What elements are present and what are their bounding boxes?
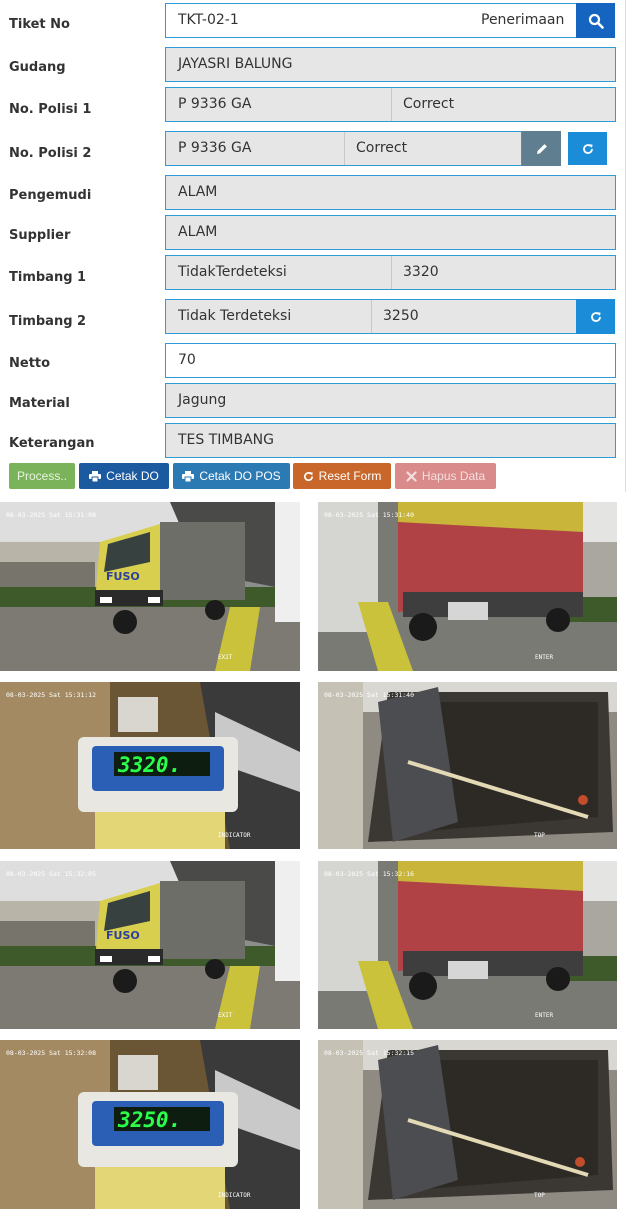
refresh-plate-button[interactable] (568, 132, 607, 165)
refresh-icon (303, 471, 313, 481)
pengemudi-label: Pengemudi (9, 188, 92, 203)
camera-timestamp: 08-03-2025 Sat 15:31:08 (6, 511, 97, 519)
keterangan-label: Keterangan (9, 436, 95, 451)
camera-label: TOP (534, 1192, 545, 1199)
camera-top-2[interactable]: 08-03-2025 Sat 15:32:15 TOP (318, 1040, 617, 1209)
supplier-label: Supplier (9, 228, 71, 243)
camera-timestamp: 08-03-2025 Sat 15:31:40 (324, 691, 415, 699)
tiket-type: Penerimaan (481, 12, 565, 28)
camera-exit-1[interactable]: FUSO 08-03-2025 Sat 15:31:08 EXIT (0, 502, 300, 671)
polisi2-field[interactable]: P 9336 GA Correct (165, 131, 522, 166)
timbang2-value: 3250 (383, 308, 419, 324)
search-button[interactable] (576, 3, 615, 38)
timbang1-status: TidakTerdeteksi (178, 264, 287, 280)
gudang-label: Gudang (9, 60, 66, 75)
material-label: Material (9, 396, 70, 411)
printer-icon (89, 470, 102, 482)
camera-timestamp: 08-03-2025 Sat 15:32:15 (324, 1049, 415, 1057)
tiket-field[interactable]: TKT-02-1 Penerimaan (165, 3, 577, 38)
camera-label: INDICATOR (218, 1192, 251, 1199)
tiket-label: Tiket No (9, 17, 70, 32)
polisi1-status: Correct (403, 96, 455, 112)
hapus-data-button[interactable]: Hapus Data (395, 463, 496, 489)
material-field[interactable]: Jagung (165, 383, 616, 418)
cetak-do-label: Cetak DO (106, 469, 159, 483)
camera-enter-1[interactable]: 08-03-2025 Sat 15:31:40 ENTER (318, 502, 617, 671)
camera-label: ENTER (535, 1012, 554, 1019)
timbang2-label: Timbang 2 (9, 314, 87, 329)
reset-form-label: Reset Form (318, 469, 382, 483)
keterangan-value: TES TIMBANG (178, 432, 274, 448)
timbang1-field[interactable]: TidakTerdeteksi 3320 (165, 255, 616, 290)
cetak-do-pos-label: Cetak DO POS (199, 469, 281, 483)
search-icon (588, 13, 604, 29)
camera-label: INDICATOR (218, 832, 251, 839)
camera-label: ENTER (535, 654, 554, 661)
indicator-display: 3320. (117, 753, 181, 777)
camera-indicator-1[interactable]: 3320. 08-03-2025 Sat 15:31:12 INDICATOR (0, 682, 300, 849)
edit-plate-button[interactable] (522, 131, 561, 166)
polisi1-value: P 9336 GA (178, 96, 252, 112)
polisi1-divider (391, 88, 392, 121)
camera-label: EXIT (218, 654, 233, 661)
refresh-icon (590, 311, 601, 322)
process-button[interactable]: Process.. (9, 463, 75, 489)
netto-label: Netto (9, 356, 51, 371)
gudang-field[interactable]: JAYASRI BALUNG (165, 47, 616, 82)
close-icon (406, 470, 417, 482)
polisi2-label: No. Polisi 2 (9, 146, 92, 161)
indicator-display: 3250. (117, 1108, 181, 1132)
pengemudi-field[interactable]: ALAM (165, 175, 616, 210)
timbang1-value: 3320 (403, 264, 439, 280)
polisi1-label: No. Polisi 1 (9, 102, 92, 117)
polisi2-divider (344, 132, 345, 165)
refresh-weight-button[interactable] (576, 299, 615, 334)
process-label: Process.. (16, 469, 67, 483)
timbang2-field[interactable]: Tidak Terdeteksi 3250 (165, 299, 577, 334)
camera-top-1[interactable]: 08-03-2025 Sat 15:31:40 TOP (318, 682, 617, 849)
gudang-value: JAYASRI BALUNG (178, 56, 293, 72)
camera-timestamp: 08-03-2025 Sat 15:32:05 (6, 870, 97, 878)
camera-enter-2[interactable]: 08-03-2025 Sat 15:32:16 ENTER (318, 861, 617, 1029)
cetak-do-button[interactable]: Cetak DO (79, 463, 169, 489)
printer-icon (182, 470, 195, 482)
timbang2-divider (371, 300, 372, 333)
netto-value: 70 (178, 352, 196, 368)
timbang1-label: Timbang 1 (9, 270, 87, 285)
timbang2-status: Tidak Terdeteksi (178, 308, 292, 324)
cetak-do-pos-button[interactable]: Cetak DO POS (173, 463, 290, 489)
reset-form-button[interactable]: Reset Form (293, 463, 391, 489)
camera-timestamp: 08-03-2025 Sat 15:31:12 (6, 691, 97, 699)
keterangan-field[interactable]: TES TIMBANG (165, 423, 616, 458)
supplier-value: ALAM (178, 224, 218, 240)
weighing-form: Tiket No TKT-02-1 Penerimaan Gudang JAYA… (0, 0, 626, 492)
camera-indicator-2[interactable]: 3250. 08-03-2025 Sat 15:32:08 INDICATOR (0, 1040, 300, 1209)
polisi2-value: P 9336 GA (178, 140, 252, 156)
camera-exit-2[interactable]: FUSO 08-03-2025 Sat 15:32:05 EXIT (0, 861, 300, 1029)
hapus-data-label: Hapus Data (421, 469, 486, 483)
camera-label: TOP (534, 832, 545, 839)
tiket-value: TKT-02-1 (178, 12, 239, 28)
pencil-icon (536, 143, 547, 154)
camera-timestamp: 08-03-2025 Sat 15:32:08 (6, 1049, 97, 1057)
supplier-field[interactable]: ALAM (165, 215, 616, 250)
refresh-icon (582, 143, 593, 154)
polisi2-status: Correct (356, 140, 408, 156)
camera-timestamp: 08-03-2025 Sat 15:31:40 (324, 511, 415, 519)
timbang1-divider (391, 256, 392, 289)
camera-timestamp: 08-03-2025 Sat 15:32:16 (324, 870, 415, 878)
polisi1-field[interactable]: P 9336 GA Correct (165, 87, 616, 122)
fuso-logo: FUSO (106, 929, 140, 942)
camera-label: EXIT (218, 1012, 233, 1019)
netto-field[interactable]: 70 (165, 343, 616, 378)
pengemudi-value: ALAM (178, 184, 218, 200)
material-value: Jagung (178, 392, 227, 408)
fuso-logo: FUSO (106, 570, 140, 583)
